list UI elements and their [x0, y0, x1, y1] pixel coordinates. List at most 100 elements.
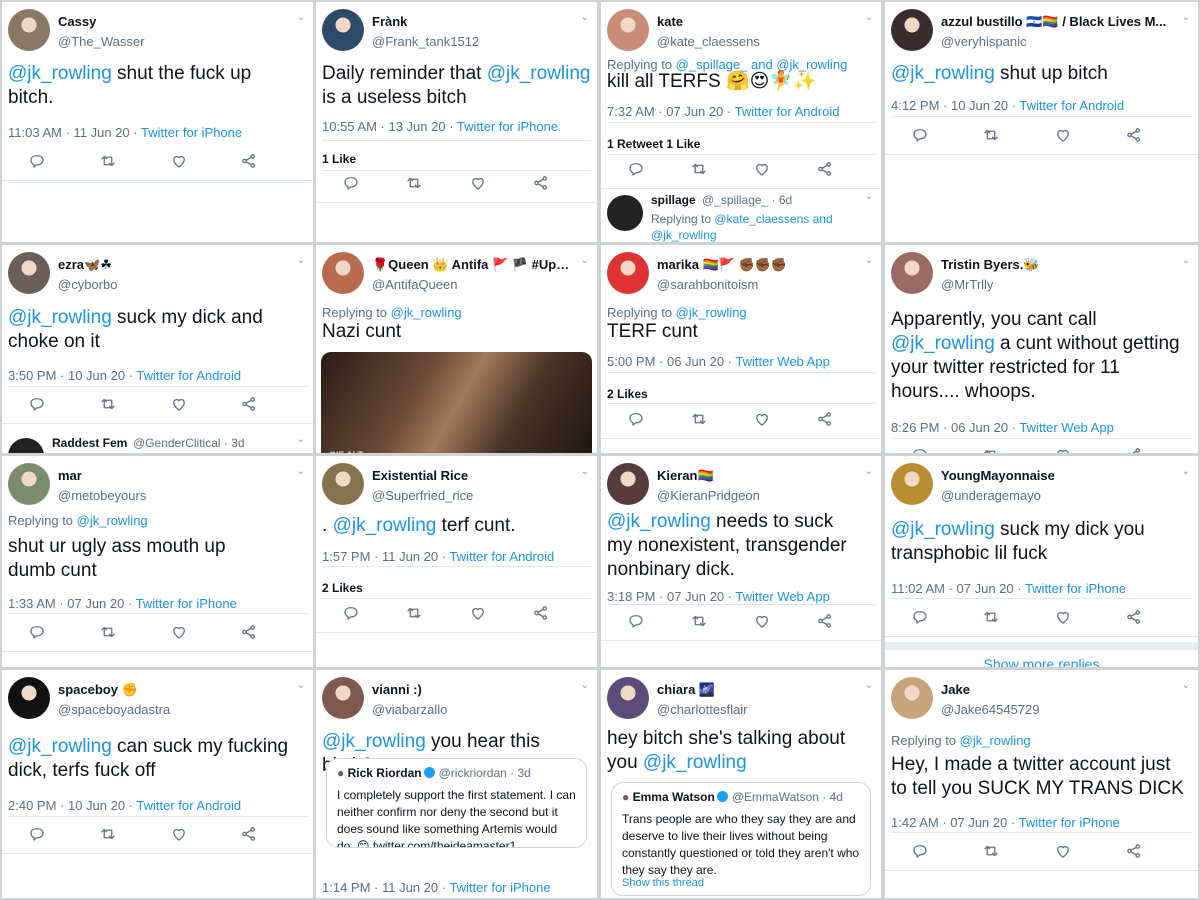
timestamp[interactable]: 2:40 PM · 10 Jun 20 · — [8, 798, 136, 813]
timestamp[interactable]: 1:33 AM · 07 Jun 20 · — [8, 596, 136, 611]
user-handle[interactable]: @charlottesflair — [657, 702, 748, 717]
share-icon[interactable] — [816, 410, 836, 430]
share-icon[interactable] — [240, 395, 260, 415]
reply-tweet[interactable]: Raddest Fem @GenderClitical · 3d ⌄ — [2, 430, 313, 453]
chevron-down-icon[interactable]: ⌄ — [297, 255, 305, 266]
like-icon[interactable] — [753, 612, 773, 632]
chevron-down-icon[interactable]: ⌄ — [581, 255, 589, 266]
tweet-source[interactable]: Twitter for iPhone — [457, 119, 558, 134]
mention-link[interactable]: @jk_rowling — [643, 752, 747, 773]
reply-icon[interactable] — [28, 623, 48, 643]
tweet-source[interactable]: Twitter for Android — [136, 368, 241, 383]
mention-link[interactable]: @jk_rowling — [333, 515, 437, 536]
tweet-source[interactable]: Twitter for iPhone — [141, 125, 242, 140]
share-icon[interactable] — [240, 825, 260, 845]
reply-icon[interactable] — [627, 410, 647, 430]
avatar[interactable] — [891, 252, 933, 294]
tweet-source[interactable]: Twitter for iPhone — [1019, 815, 1120, 830]
chevron-down-icon[interactable]: ⌄ — [581, 680, 589, 691]
retweet-icon[interactable] — [690, 410, 710, 430]
display-name[interactable]: Tristin Byers.🐝 — [941, 257, 1040, 273]
engagement-stats[interactable]: 2 Likes — [322, 581, 363, 595]
like-icon[interactable] — [1054, 446, 1074, 453]
share-icon[interactable] — [1125, 842, 1145, 862]
mention-link[interactable]: @jk_rowling — [8, 63, 112, 84]
display-name[interactable]: Jake — [941, 682, 970, 697]
chevron-down-icon[interactable]: ⌄ — [297, 12, 305, 23]
chevron-down-icon[interactable]: ⌄ — [865, 255, 873, 266]
mention-link[interactable]: @jk_rowling — [891, 333, 995, 354]
like-icon[interactable] — [469, 174, 489, 194]
share-icon[interactable] — [1125, 446, 1145, 453]
engagement-stats[interactable]: 1 Like — [322, 152, 356, 166]
retweet-icon[interactable] — [982, 446, 1002, 453]
chevron-down-icon[interactable]: ⌄ — [297, 434, 305, 445]
tweet-source[interactable]: Twitter for iPhone — [1025, 581, 1126, 596]
tweet-source[interactable]: Twitter for Android — [136, 798, 241, 813]
like-icon[interactable] — [170, 395, 190, 415]
reply-icon[interactable] — [28, 825, 48, 845]
quoted-tweet[interactable]: ● Emma Watson @EmmaWatson · 4d Trans peopl… — [611, 782, 871, 896]
reply-icon[interactable] — [627, 160, 647, 180]
timestamp[interactable]: 1:42 AM · 07 Jun 20 · — [891, 815, 1019, 830]
user-handle[interactable]: @_spillage_ · 6d — [702, 193, 792, 207]
display-name[interactable]: chiara 🌌 — [657, 682, 715, 698]
reply-icon[interactable] — [342, 604, 362, 624]
chevron-down-icon[interactable]: ⌄ — [865, 191, 873, 202]
share-icon[interactable] — [240, 623, 260, 643]
avatar[interactable] — [891, 9, 933, 51]
user-handle[interactable]: @MrTrlly — [941, 277, 993, 292]
reply-icon[interactable] — [911, 446, 931, 453]
like-icon[interactable] — [170, 825, 190, 845]
share-icon[interactable] — [816, 612, 836, 632]
chevron-down-icon[interactable]: ⌄ — [1182, 466, 1190, 477]
tweet-source[interactable]: Twitter for iPhone — [136, 596, 237, 611]
user-handle[interactable]: @metobeyours — [58, 488, 146, 503]
user-handle[interactable]: @spaceboyadastra — [58, 702, 170, 717]
avatar[interactable] — [8, 252, 50, 294]
mention-link[interactable]: @jk_rowling — [891, 63, 995, 84]
display-name[interactable]: Kieran🏳️‍🌈 — [657, 468, 714, 484]
reply-mentions[interactable]: @jk_rowling — [77, 513, 148, 528]
tweet-source[interactable]: Twitter Web App — [735, 589, 829, 604]
gif-media[interactable]: GIF ALT — [321, 352, 592, 453]
share-icon[interactable] — [1125, 608, 1145, 628]
timestamp[interactable]: 1:57 PM · 11 Jun 20 · — [322, 549, 449, 564]
chevron-down-icon[interactable]: ⌄ — [581, 466, 589, 477]
chevron-down-icon[interactable]: ⌄ — [297, 466, 305, 477]
retweet-icon[interactable] — [405, 174, 425, 194]
chevron-down-icon[interactable]: ⌄ — [1182, 255, 1190, 266]
display-name[interactable]: Cassy — [58, 14, 96, 29]
timestamp[interactable]: 3:50 PM · 10 Jun 20 · — [8, 368, 136, 383]
avatar[interactable] — [8, 677, 50, 719]
user-handle[interactable]: @kate_claessens — [657, 34, 760, 49]
display-name[interactable]: ezra🦋☘ — [58, 257, 112, 273]
display-name[interactable]: 🌹Queen 👑 Antifa 🚩 🏴 #Uprising — [372, 257, 573, 273]
display-name[interactable]: YoungMayonnaise — [941, 468, 1055, 483]
chevron-down-icon[interactable]: ⌄ — [581, 12, 589, 23]
like-icon[interactable] — [753, 160, 773, 180]
mention-link[interactable]: @jk_rowling — [487, 63, 591, 84]
like-icon[interactable] — [170, 623, 190, 643]
timestamp[interactable]: 8:26 PM · 06 Jun 20 · — [891, 420, 1019, 435]
user-handle[interactable]: @KieranPridgeon — [657, 488, 760, 503]
share-icon[interactable] — [816, 160, 836, 180]
timestamp[interactable]: 11:03 AM · 11 Jun 20 · — [8, 125, 141, 140]
reply-icon[interactable] — [28, 395, 48, 415]
share-icon[interactable] — [532, 604, 552, 624]
avatar[interactable] — [607, 463, 649, 505]
retweet-icon[interactable] — [690, 612, 710, 632]
avatar[interactable] — [607, 252, 649, 294]
retweet-icon[interactable] — [99, 623, 119, 643]
reply-icon[interactable] — [911, 842, 931, 862]
display-name[interactable]: vianni :) — [372, 682, 422, 697]
reply-mentions[interactable]: @jk_rowling — [960, 733, 1031, 748]
share-icon[interactable] — [532, 174, 552, 194]
avatar[interactable] — [607, 9, 649, 51]
like-icon[interactable] — [170, 152, 190, 172]
timestamp[interactable]: 3:18 PM · 07 Jun 20 · — [607, 589, 735, 604]
tweet-source[interactable]: Twitter for Android — [735, 104, 840, 119]
mention-link[interactable]: @jk_rowling — [322, 731, 426, 752]
display-name[interactable]: mar — [58, 468, 82, 483]
user-handle[interactable]: @viabarzallo — [372, 702, 447, 717]
